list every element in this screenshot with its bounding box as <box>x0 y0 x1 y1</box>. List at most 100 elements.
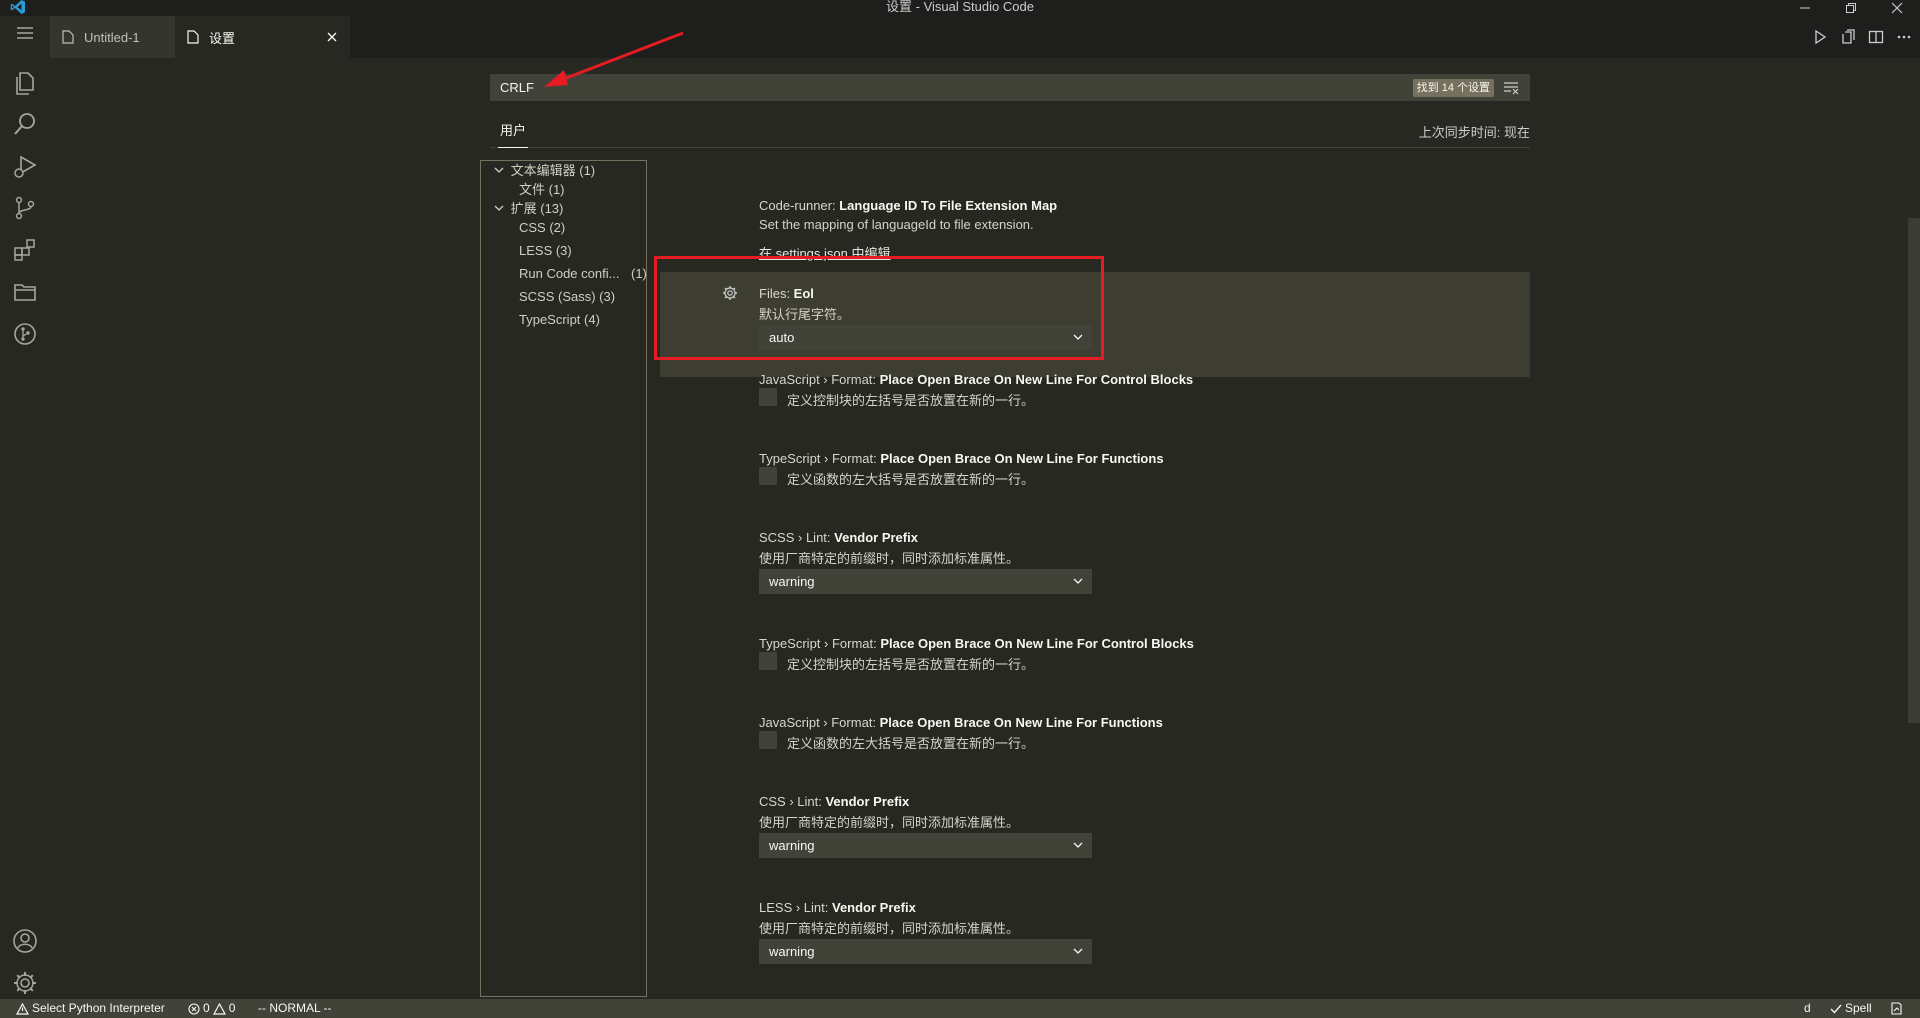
setting-description: 定义函数的左大括号是否放置在新的一行。 <box>787 472 1035 487</box>
settings-scrollbar[interactable] <box>1908 218 1920 723</box>
problems-status[interactable]: 0 0 <box>188 999 235 1018</box>
settings-editor: 找到 14 个设置 用户 上次同步时间: 现在 文本编辑器 (1) 文件 (1)… <box>50 31 1920 999</box>
select-value: warning <box>769 838 815 853</box>
setting-title: Files: Eol <box>759 286 814 301</box>
setting-description: 使用厂商特定的前缀时，同时添加标准属性。 <box>759 815 1020 830</box>
chevron-down-icon <box>1073 578 1083 584</box>
run-icon[interactable] <box>1810 27 1830 47</box>
setting-gear-icon[interactable] <box>722 285 738 301</box>
error-icon <box>188 1002 200 1015</box>
git-graph-icon[interactable] <box>0 310 50 358</box>
toc-item-css[interactable]: CSS (2) <box>519 219 565 237</box>
tab-bar: Untitled-1 设置 <box>50 16 1920 58</box>
status-bar: Select Python Interpreter 0 0 -- NORMAL … <box>0 999 1920 1018</box>
setting-description: 使用厂商特定的前缀时，同时添加标准属性。 <box>759 921 1020 936</box>
setting-title: SCSS › Lint: Vendor Prefix <box>759 530 918 545</box>
python-interpreter-label: Select Python Interpreter <box>32 1001 165 1015</box>
scss-vendor-prefix-select[interactable]: warning <box>759 569 1092 594</box>
source-control-icon[interactable] <box>0 184 50 232</box>
setting-description: 默认行尾字符。 <box>759 307 851 322</box>
title-bar: 设置 - Visual Studio Code <box>0 0 1920 16</box>
toc-label: Run Code confi... <box>519 266 620 281</box>
toc-label: 文本编辑器 (1) <box>510 163 596 178</box>
setting-description: 定义控制块的左括号是否放置在新的一行。 <box>787 657 1035 672</box>
setting-description: 定义控制块的左括号是否放置在新的一行。 <box>787 393 1035 408</box>
settings-search-box[interactable]: 找到 14 个设置 <box>490 74 1530 101</box>
toc-item-files[interactable]: 文件 (1) <box>519 181 565 199</box>
tab-label: 设置 <box>209 30 236 46</box>
toc-label: TypeScript (4) <box>519 312 600 327</box>
setting-description: 定义函数的左大括号是否放置在新的一行。 <box>787 736 1035 751</box>
run-debug-icon[interactable] <box>0 142 50 190</box>
toc-item-typescript[interactable]: TypeScript (4) <box>519 311 600 329</box>
vim-mode-status: -- NORMAL -- <box>258 1001 332 1015</box>
minimize-icon[interactable] <box>1782 0 1828 16</box>
window-title: 设置 - Visual Studio Code <box>886 0 1034 14</box>
css-vendor-prefix-select[interactable]: warning <box>759 833 1092 858</box>
restore-icon[interactable] <box>1828 0 1874 16</box>
menu-icon[interactable] <box>0 16 50 50</box>
eol-select[interactable]: auto <box>759 325 1092 350</box>
extensions-icon[interactable] <box>0 226 50 274</box>
toc-count: (1) <box>631 266 647 281</box>
setting-description: Set the mapping of languageId to file ex… <box>759 217 1034 232</box>
edit-in-settings-json-link[interactable]: 在 settings.json 中编辑 <box>759 243 891 262</box>
file-icon <box>62 30 74 44</box>
file-icon <box>187 30 199 44</box>
setting-title: LESS › Lint: Vendor Prefix <box>759 900 916 915</box>
toc-item-less[interactable]: LESS (3) <box>519 242 572 260</box>
setting-title: CSS › Lint: Vendor Prefix <box>759 794 910 809</box>
select-value: warning <box>769 574 815 589</box>
chevron-down-icon <box>1073 948 1083 954</box>
spell-label: Spell <box>1845 1001 1872 1015</box>
setting-checkbox[interactable] <box>759 388 777 406</box>
close-tab-icon[interactable] <box>324 29 340 45</box>
tab-user-settings[interactable]: 用户 <box>498 118 529 148</box>
setting-title: Code-runner: Language ID To File Extensi… <box>759 198 1058 213</box>
folder-icon[interactable] <box>0 268 50 316</box>
less-vendor-prefix-select[interactable]: warning <box>759 939 1092 964</box>
split-editor-icon[interactable] <box>1866 27 1886 47</box>
toc-item-scss[interactable]: SCSS (Sass) (3) <box>519 288 615 306</box>
setting-checkbox[interactable] <box>759 652 777 670</box>
explorer-icon[interactable] <box>0 58 50 106</box>
toc-label: CSS (2) <box>519 220 566 235</box>
setting-checkbox[interactable] <box>759 731 777 749</box>
clear-filter-icon[interactable] <box>1502 79 1520 97</box>
toc-label: SCSS (Sass) (3) <box>519 289 616 304</box>
chevron-down-icon <box>1073 842 1083 848</box>
toc-label: LESS (3) <box>519 243 572 258</box>
open-settings-json-icon[interactable] <box>1838 27 1858 47</box>
chevron-down-icon <box>494 205 504 211</box>
select-value: auto <box>769 330 795 345</box>
toc-item-run-code[interactable]: Run Code confi... (1) <box>519 265 647 283</box>
more-actions-icon[interactable] <box>1894 27 1914 47</box>
setting-description: 使用厂商特定的前缀时，同时添加标准属性。 <box>759 551 1020 566</box>
sync-status: 上次同步时间: 现在 <box>1418 125 1530 140</box>
feedback-icon[interactable] <box>1890 999 1903 1018</box>
warning-count: 0 <box>228 1001 236 1015</box>
setting-title: TypeScript › Format: Place Open Brace On… <box>759 451 1164 466</box>
account-icon[interactable] <box>0 917 50 965</box>
toc-item-extensions[interactable]: 扩展 (13) <box>493 200 563 218</box>
setting-title: JavaScript › Format: Place Open Brace On… <box>759 715 1163 730</box>
check-icon <box>1830 1004 1842 1014</box>
spell-status[interactable]: Spell <box>1830 999 1872 1018</box>
warning-icon <box>16 1002 29 1015</box>
status-d[interactable]: d <box>1804 999 1811 1018</box>
python-interpreter-status[interactable]: Select Python Interpreter <box>16 999 165 1018</box>
search-icon[interactable] <box>0 100 50 148</box>
tab-untitled-1[interactable]: Untitled-1 <box>50 16 175 58</box>
toc-item-text-editor[interactable]: 文本编辑器 (1) <box>493 162 595 180</box>
settings-search-input[interactable] <box>490 74 1310 101</box>
close-window-icon[interactable] <box>1874 0 1920 16</box>
warning-icon <box>212 1002 226 1015</box>
tab-settings[interactable]: 设置 <box>175 16 350 58</box>
chevron-down-icon <box>494 167 504 173</box>
select-value: warning <box>769 944 815 959</box>
settings-toc: 文本编辑器 (1) 文件 (1) 扩展 (13) CSS (2) LESS (3… <box>480 160 647 997</box>
setting-checkbox[interactable] <box>759 467 777 485</box>
activity-bar <box>0 16 50 999</box>
setting-title: TypeScript › Format: Place Open Brace On… <box>759 636 1194 651</box>
error-count: 0 <box>203 1001 210 1015</box>
